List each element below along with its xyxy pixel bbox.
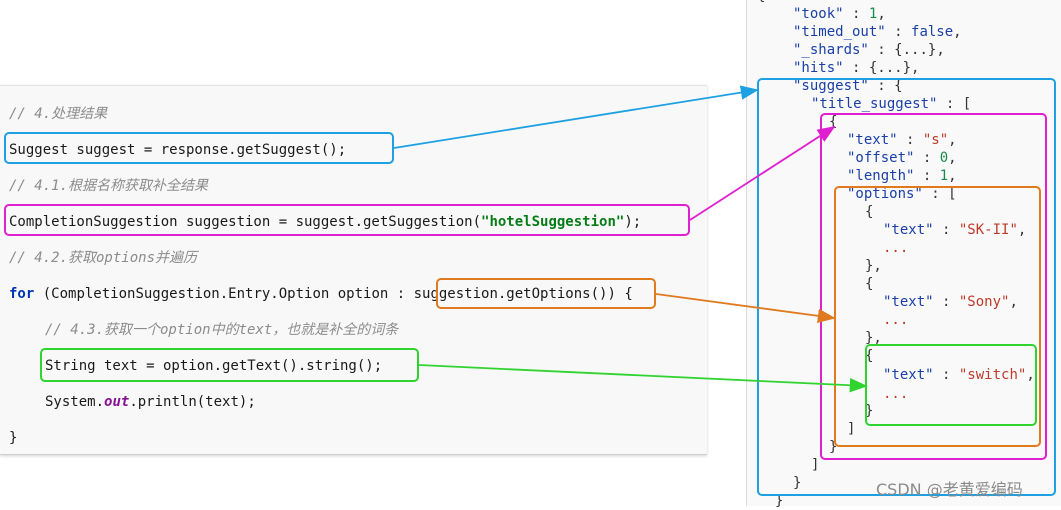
connector-arrows: [393, 85, 868, 393]
text-arrow: [418, 364, 868, 393]
suggestion-arrow: [689, 126, 836, 221]
suggest-arrow: [393, 85, 759, 149]
options-arrow: [655, 293, 836, 323]
csdn-watermark: CSDN @老黄爱编码: [876, 480, 1023, 499]
